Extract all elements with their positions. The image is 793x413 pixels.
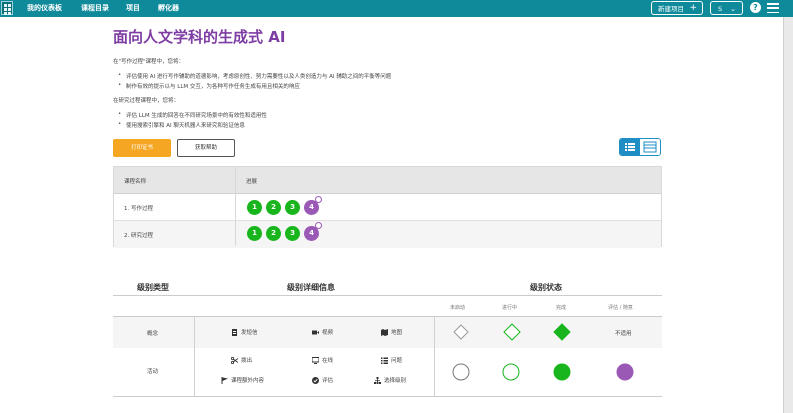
nav-dashboard[interactable]: 我的仪表板 — [27, 0, 62, 17]
course-name[interactable]: 1. 写作过程 — [124, 204, 153, 212]
legend-item: 评估 — [312, 376, 333, 384]
new-project-button[interactable]: 新建项目 + — [651, 1, 703, 15]
document-icon — [231, 329, 238, 336]
col-progress: 进展 — [246, 179, 258, 185]
circle-not-started-icon — [452, 363, 470, 381]
plus-icon: + — [689, 3, 697, 13]
diamond-complete-icon — [553, 323, 571, 341]
flag-icon — [221, 377, 228, 384]
chevron-down-icon: ⌄ — [730, 5, 736, 13]
list-view-button[interactable] — [620, 139, 640, 155]
status-not-started: 未启动 — [450, 305, 466, 311]
legend-item: 视频 — [312, 328, 333, 336]
status-in-progress: 进行中 — [502, 305, 518, 311]
diamond-in-progress-icon — [503, 323, 521, 341]
sitemap-icon — [374, 377, 381, 384]
research-bullet-2: 使用搜索引擎和 AI 聊天机器人来研究和验证信息 — [118, 121, 245, 129]
circle-in-progress-icon — [502, 363, 520, 381]
user-initial: S — [718, 5, 723, 13]
legend-level-type-heading: 级别类型 — [137, 283, 169, 292]
diamond-not-started-icon — [453, 324, 469, 340]
desktop-icon — [311, 357, 320, 364]
circle-assessment-icon — [616, 363, 634, 381]
course-name[interactable]: 2. 研究过程 — [124, 231, 153, 239]
print-certificate-button[interactable]: 打印证书 — [113, 139, 171, 157]
map-icon — [381, 329, 388, 336]
legend-level-status-heading: 级别状态 — [530, 283, 562, 292]
table-row[interactable]: 2. 研究过程 1 2 3 4 — [114, 220, 661, 248]
level-badge-complete[interactable]: 2 — [266, 226, 281, 241]
course-progress-table: 课程名称 进展 1. 写作过程 1 2 3 4 2. 研究过程 1 2 3 4 — [113, 166, 662, 248]
logo-icon[interactable] — [1, 1, 13, 15]
scissors-icon — [230, 356, 239, 365]
table-header: 课程名称 进展 — [114, 167, 661, 194]
nav-incubator[interactable]: 孵化器 — [158, 0, 179, 17]
level-badge-assessment[interactable]: 4 — [304, 196, 322, 215]
column-divider — [235, 167, 236, 246]
list-icon — [381, 357, 388, 364]
status-complete: 完成 — [556, 305, 567, 311]
video-icon — [312, 329, 319, 336]
scrollbar[interactable] — [783, 17, 793, 413]
column-divider — [434, 316, 435, 396]
legend-level-details-heading: 级别详细信息 — [287, 283, 335, 292]
check-circle-icon — [312, 377, 319, 384]
list-view-icon — [625, 143, 635, 151]
table-view-button[interactable] — [640, 139, 660, 155]
not-applicable-label: 不适用 — [615, 331, 632, 337]
column-divider — [194, 316, 195, 396]
intro-writing: 在"写作过程"课程中，您将： — [113, 59, 185, 65]
level-badge-complete[interactable]: 3 — [285, 226, 300, 241]
level-legend-table: 未启动 进行中 完成 评估 / 随意 概念 发短信 视频 地图 不适用 活动 拨… — [113, 296, 662, 397]
level-badge-complete[interactable]: 3 — [285, 200, 300, 215]
legend-item: 课程额外内容 — [221, 376, 264, 384]
level-badge-assessment[interactable]: 4 — [304, 222, 322, 241]
legend-item: 选择级别 — [374, 376, 406, 384]
level-badge-complete[interactable]: 1 — [247, 200, 262, 215]
legend-item: 发短信 — [231, 328, 258, 336]
writing-bullet-1: 评估使用 AI 进行写作辅助的道德影响，考虑原创性、努力需要性以及人类创造力与 … — [118, 72, 391, 80]
nav-course-catalog[interactable]: 课程目录 — [81, 0, 109, 17]
view-toggle — [619, 138, 661, 156]
research-bullet-1: 评估 LLM 生成的回答在不同研究场景中的有效性和适用性 — [118, 111, 267, 119]
level-type-label: 概念 — [147, 331, 159, 337]
legend-item: 拨出 — [230, 356, 252, 365]
table-view-icon — [643, 141, 657, 153]
level-badge-complete[interactable]: 1 — [247, 226, 262, 241]
writing-bullet-2: 制作有效的提示以与 LLM 交互，为各种写作任务生成有用且相关的响应 — [118, 82, 300, 90]
level-type-label: 活动 — [147, 369, 159, 375]
level-badge-complete[interactable]: 2 — [266, 200, 281, 215]
get-help-button[interactable]: 获取帮助 — [177, 139, 235, 157]
legend-item: 问题 — [381, 356, 402, 364]
help-icon[interactable]: ? — [750, 2, 761, 13]
table-row[interactable]: 1. 写作过程 1 2 3 4 — [114, 194, 661, 221]
new-project-label: 新建项目 — [658, 5, 684, 13]
circle-complete-icon — [553, 363, 571, 381]
legend-item: 地图 — [381, 328, 402, 336]
col-course-name: 课程名称 — [124, 179, 147, 185]
status-assessment: 评估 / 随意 — [608, 305, 633, 311]
intro-research: 在研究过程课程中，您将： — [113, 98, 180, 104]
legend-row-activity: 活动 拨出 在线 问题 课程额外内容 评估 选择级别 — [113, 348, 662, 397]
legend-row-concept: 概念 发短信 视频 地图 不适用 — [113, 316, 662, 349]
legend-item: 在线 — [311, 356, 333, 364]
top-navigation-bar: 我的仪表板 课程目录 项目 孵化器 新建项目 + S ⌄ ? — [0, 0, 793, 17]
hamburger-menu-icon[interactable] — [767, 3, 779, 14]
nav-projects[interactable]: 项目 — [126, 0, 140, 17]
user-menu-button[interactable]: S ⌄ — [710, 1, 743, 15]
page-title: 面向人文学科的生成式 AI — [113, 28, 286, 46]
